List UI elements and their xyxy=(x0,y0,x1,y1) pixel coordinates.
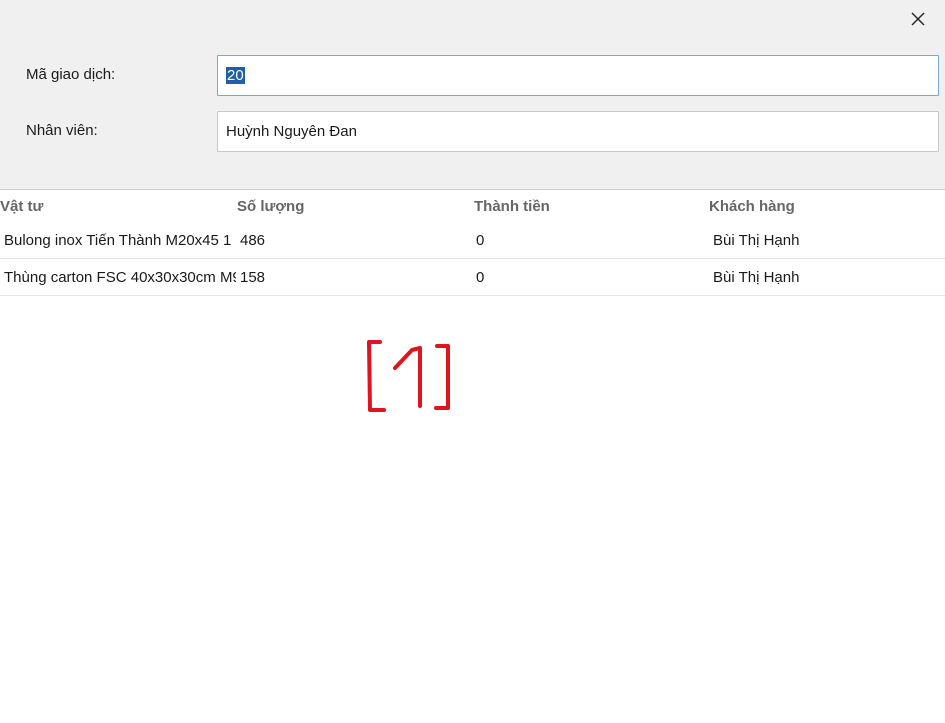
transaction-id-input[interactable]: 20 xyxy=(217,55,939,96)
employee-input[interactable]: Huỳnh Nguyên Đan xyxy=(217,111,939,152)
cell-material: Bulong inox Tiến Thành M20x45 1 .. xyxy=(4,232,236,249)
column-header-material[interactable]: Vật tư xyxy=(0,198,43,215)
table-row[interactable]: Bulong inox Tiến Thành M20x45 1 .. 486 0… xyxy=(0,222,945,259)
employee-label: Nhân viên: xyxy=(26,122,98,139)
transaction-id-label: Mã giao dịch: xyxy=(26,66,116,83)
cell-material: Thùng carton FSC 40x30x30cm M9.. xyxy=(4,269,236,286)
cell-quantity: 486 xyxy=(240,232,266,249)
close-button[interactable] xyxy=(902,5,934,33)
annotation-marker xyxy=(367,340,450,412)
cell-amount: 0 xyxy=(476,232,485,249)
cell-customer: Bùi Thị Hạnh xyxy=(713,232,800,249)
column-header-quantity[interactable]: Số lượng xyxy=(237,198,304,215)
cell-quantity: 158 xyxy=(240,269,266,286)
close-icon xyxy=(911,12,925,26)
column-header-customer[interactable]: Khách hàng xyxy=(709,198,795,215)
transaction-id-value: 20 xyxy=(226,67,245,84)
form-panel: Mã giao dịch: 20 Nhân viên: Huỳnh Nguyên… xyxy=(0,0,945,190)
table-header: Vật tư Số lượng Thành tiền Khách hàng xyxy=(0,190,945,224)
employee-value: Huỳnh Nguyên Đan xyxy=(226,123,357,140)
column-header-amount[interactable]: Thành tiền xyxy=(474,198,550,215)
cell-amount: 0 xyxy=(476,269,485,286)
table-row[interactable]: Thùng carton FSC 40x30x30cm M9.. 158 0 B… xyxy=(0,259,945,296)
cell-customer: Bùi Thị Hạnh xyxy=(713,269,800,286)
